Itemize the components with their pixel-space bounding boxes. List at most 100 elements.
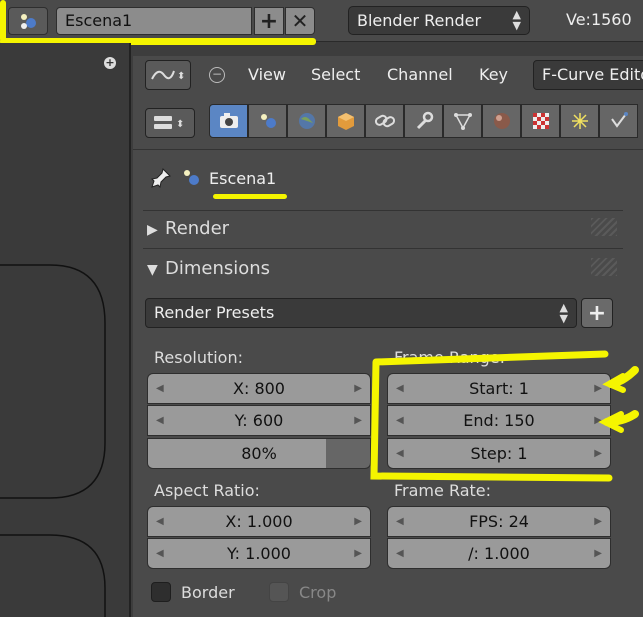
right-arrow-icon[interactable]: ▶ — [594, 374, 602, 403]
panel-grip[interactable] — [591, 218, 617, 236]
properties-context-bar: ⬍ — [133, 96, 643, 150]
tab-material[interactable] — [482, 104, 521, 138]
checker-icon — [532, 113, 549, 129]
particles-icon — [571, 113, 588, 129]
right-arrow-icon[interactable]: ▶ — [354, 539, 362, 568]
updown-arrows-icon: ▲ ▼ — [559, 301, 568, 325]
version-text: Ve:1560 — [566, 10, 632, 29]
tab-scene[interactable] — [248, 104, 287, 138]
tab-data[interactable] — [443, 104, 482, 138]
delete-scene-button[interactable]: ✕ — [285, 7, 315, 35]
svg-text:⬍: ⬍ — [176, 119, 184, 130]
divider — [143, 248, 623, 249]
right-arrow-icon[interactable]: ▶ — [594, 539, 602, 568]
cube-icon — [337, 113, 354, 130]
physics-icon — [610, 112, 628, 128]
curve-outline — [0, 264, 106, 617]
resolution-x-field[interactable]: ◀ X: 800 ▶ — [147, 373, 371, 404]
scene-icon — [21, 14, 36, 29]
panel-grip[interactable] — [591, 258, 617, 276]
render-engine-label: Blender Render — [357, 11, 482, 30]
menu-view[interactable]: View — [248, 65, 286, 84]
camera-icon — [219, 113, 238, 128]
border-label: Border — [181, 582, 235, 602]
plus-icon: + — [259, 8, 279, 34]
pin-icon[interactable] — [149, 166, 173, 190]
resolution-label: Resolution: — [154, 348, 243, 367]
fps-base-field[interactable]: ◀/: 1.000 ▶ — [387, 538, 611, 569]
left-arrow-icon[interactable]: ◀ — [396, 406, 404, 435]
border-toggle[interactable]: Border — [151, 582, 235, 602]
left-arrow-icon[interactable]: ◀ — [396, 539, 404, 568]
collapse-menu-icon[interactable]: − — [209, 67, 225, 83]
frame-rate-label: Frame Rate: — [394, 481, 492, 500]
add-preset-button[interactable]: + — [581, 298, 613, 328]
properties-icon: ⬍ — [154, 116, 184, 130]
left-arrow-icon[interactable]: ◀ — [396, 374, 404, 403]
frame-start-field[interactable]: ◀ Start: 1 ▶ — [387, 373, 611, 404]
crop-checkbox[interactable] — [269, 582, 289, 602]
right-arrow-icon[interactable]: ▶ — [594, 406, 602, 435]
vertex-triangle-icon — [453, 113, 472, 130]
frame-range-label: Frame Range: — [394, 348, 506, 367]
right-arrow-icon[interactable]: ▶ — [594, 507, 602, 536]
left-arrow-icon[interactable]: ◀ — [156, 374, 164, 403]
divider — [143, 210, 623, 211]
resolution-percentage-value: 80% — [241, 444, 277, 463]
breadcrumb: Escena1 — [149, 164, 276, 192]
right-arrow-icon[interactable]: ▶ — [354, 374, 362, 403]
left-arrow-icon[interactable]: ◀ — [396, 439, 404, 468]
aspect-y-field[interactable]: ◀ Y: 1.000 ▶ — [147, 538, 371, 569]
updown-arrows-icon: ▲ ▼ — [512, 8, 521, 32]
fcurve-mode-select[interactable]: F-Curve Edito — [533, 60, 643, 90]
plus-icon: + — [587, 300, 607, 326]
graph-editor-header: ⬍ − View Select Channel Key F-Curve Edit… — [133, 56, 643, 96]
scene-browse-button[interactable] — [8, 7, 48, 35]
tab-physics[interactable] — [599, 104, 638, 138]
resolution-y-field[interactable]: ◀ Y: 600 ▶ — [147, 405, 371, 436]
render-engine-select[interactable]: Blender Render ▲ ▼ — [348, 6, 530, 35]
aspect-x-field[interactable]: ◀ X: 1.000 ▶ — [147, 506, 371, 537]
fps-field[interactable]: ◀ FPS: 24 ▶ — [387, 506, 611, 537]
tab-render[interactable] — [209, 104, 248, 138]
border-checkbox[interactable] — [151, 582, 171, 602]
render-presets-label: Render Presets — [154, 303, 275, 322]
right-arrow-icon[interactable]: ▶ — [354, 507, 362, 536]
tab-modifiers[interactable] — [404, 104, 443, 138]
svg-text:⬍: ⬍ — [177, 71, 185, 82]
render-properties-panel: Escena1 ▶ Render ▼ Dimensions Render Prese… — [133, 150, 643, 617]
properties-editor-button[interactable]: ⬍ — [145, 108, 195, 138]
left-arrow-icon[interactable]: ◀ — [396, 507, 404, 536]
render-presets-menu[interactable]: Render Presets ▲ ▼ — [145, 298, 577, 328]
collapsed-triangle-icon: ▶ — [147, 222, 158, 238]
scene-name-field[interactable]: Escena1 — [56, 7, 252, 35]
timeline-viewport[interactable]: + — [0, 43, 131, 617]
frame-end-field[interactable]: ◀ End: 150 ▶ — [387, 405, 611, 436]
crop-toggle[interactable]: Crop — [269, 582, 336, 602]
blender-window: Escena1 + ✕ Blender Render ▲ ▼ Ve:1560 + … — [0, 0, 643, 617]
right-arrow-icon[interactable]: ▶ — [594, 439, 602, 468]
menu-select[interactable]: Select — [311, 65, 360, 84]
aspect-ratio-label: Aspect Ratio: — [154, 481, 260, 500]
tab-constraints[interactable] — [365, 104, 404, 138]
render-panel-header[interactable]: ▶ Render — [147, 218, 229, 239]
editor-type-button[interactable]: ⬍ — [145, 60, 191, 90]
close-icon: ✕ — [291, 9, 309, 33]
left-arrow-icon[interactable]: ◀ — [156, 406, 164, 435]
annotation-left-edge — [0, 0, 6, 42]
left-arrow-icon[interactable]: ◀ — [156, 507, 164, 536]
menu-channel[interactable]: Channel — [387, 65, 453, 84]
menu-key[interactable]: Key — [479, 65, 508, 84]
resolution-percentage-slider[interactable]: 80% — [147, 438, 371, 469]
frame-step-field[interactable]: ◀ Step: 1 ▶ — [387, 438, 611, 469]
tab-world[interactable] — [287, 104, 326, 138]
dimensions-panel-header[interactable]: ▼ Dimensions — [147, 258, 270, 279]
breadcrumb-scene: Escena1 — [209, 168, 277, 188]
add-scene-button[interactable]: + — [254, 7, 284, 35]
tab-object[interactable] — [326, 104, 365, 138]
tab-particles[interactable] — [560, 104, 599, 138]
material-sphere-icon — [493, 113, 510, 129]
left-arrow-icon[interactable]: ◀ — [156, 539, 164, 568]
tab-texture[interactable] — [521, 104, 560, 138]
right-arrow-icon[interactable]: ▶ — [354, 406, 362, 435]
